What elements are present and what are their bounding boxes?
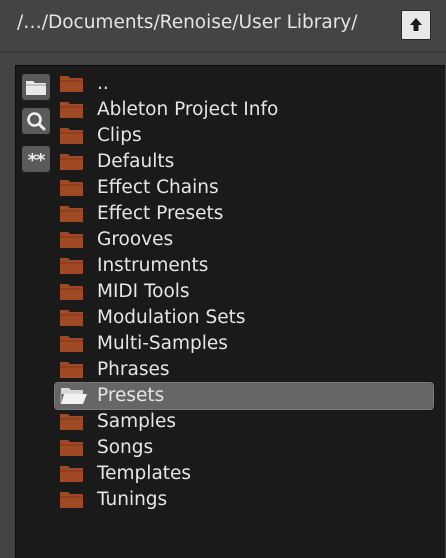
folder-label: Grooves (97, 229, 174, 250)
folder-label: Songs (97, 437, 154, 458)
folder-icon (59, 126, 85, 150)
folder-row[interactable]: Songs (55, 435, 433, 461)
search-icon (27, 112, 46, 131)
folder-icon (59, 282, 85, 306)
folder-row[interactable]: Ableton Project Info (55, 97, 433, 123)
folder-icon (59, 230, 85, 254)
folder-label: MIDI Tools (97, 281, 190, 302)
folder-row[interactable]: Clips (55, 123, 433, 149)
folder-icon (59, 412, 85, 436)
folder-row[interactable]: Defaults (55, 149, 433, 175)
folder-label: Ableton Project Info (97, 99, 279, 120)
parent-folder-button[interactable] (401, 10, 431, 40)
folder-row[interactable]: .. (55, 71, 433, 97)
folder-row[interactable]: Samples (55, 409, 433, 435)
folder-icon (59, 308, 85, 332)
up-arrow-icon (410, 18, 422, 31)
search-button[interactable] (22, 108, 50, 134)
folder-label: Multi-Samples (97, 333, 228, 354)
folder-row[interactable]: Effect Presets (55, 201, 433, 227)
file-browser-window: /…/Documents/Renoise/User Library/ ** ..… (0, 0, 446, 558)
folder-browser-panel: ** .. Ableton Project Info Clips Defaults Ef… (15, 65, 445, 558)
folder-row[interactable]: MIDI Tools (55, 279, 433, 305)
folder-row[interactable]: Phrases (55, 357, 433, 383)
folder-label: Templates (97, 463, 192, 484)
folder-label: Presets (97, 385, 165, 406)
folder-icon (59, 178, 85, 202)
folder-label: .. (97, 73, 109, 94)
folder-row[interactable]: Multi-Samples (55, 331, 433, 357)
stars-label: ** (27, 150, 46, 171)
folder-icon (59, 74, 85, 98)
folder-icon (59, 464, 85, 488)
current-path: /…/Documents/Renoise/User Library/ (17, 12, 358, 33)
folder-icon (26, 81, 46, 95)
path-divider (0, 51, 446, 53)
folder-label: Effect Presets (97, 203, 224, 224)
folder-row[interactable]: Grooves (55, 227, 433, 253)
folder-row[interactable]: Effect Chains (55, 175, 433, 201)
folder-label: Tunings (97, 489, 168, 510)
folder-icon (59, 204, 85, 228)
folder-row[interactable]: Presets (54, 382, 434, 410)
folder-row[interactable]: Instruments (55, 253, 433, 279)
folder-icon (59, 100, 85, 124)
folder-row[interactable]: Tunings (55, 487, 433, 513)
folder-label: Modulation Sets (97, 307, 246, 328)
folder-icon (59, 334, 85, 358)
folder-icon (59, 490, 85, 514)
folder-label: Defaults (97, 151, 175, 172)
folder-row[interactable]: Templates (55, 461, 433, 487)
folder-label: Phrases (97, 359, 170, 380)
path-bar: /…/Documents/Renoise/User Library/ (0, 0, 446, 55)
folder-icon (59, 360, 85, 384)
folder-label: Effect Chains (97, 177, 219, 198)
open-folder-icon (59, 386, 89, 410)
folder-label: Clips (97, 125, 142, 146)
folder-label: Samples (97, 411, 177, 432)
folder-icon (59, 438, 85, 462)
folder-label: Instruments (97, 255, 209, 276)
folder-row[interactable]: Modulation Sets (55, 305, 433, 331)
browse-folders-button[interactable] (22, 74, 50, 100)
favorites-button[interactable]: ** (22, 146, 50, 172)
folder-icon (59, 152, 85, 176)
folder-icon (59, 256, 85, 280)
